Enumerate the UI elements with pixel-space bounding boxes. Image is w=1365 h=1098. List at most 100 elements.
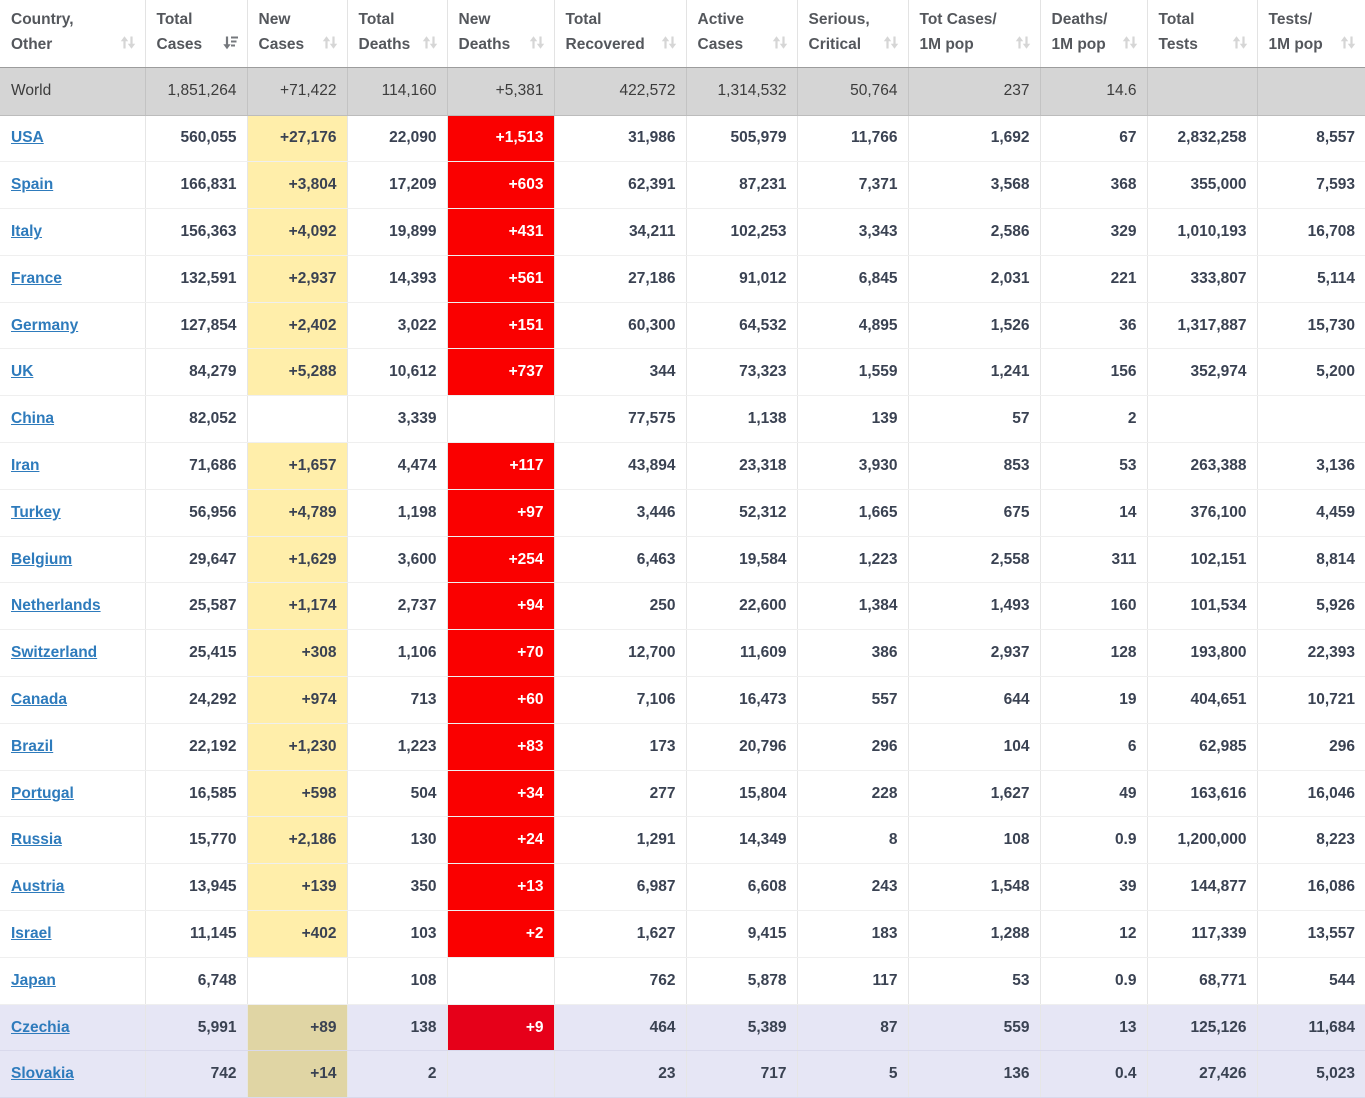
column-header-country[interactable]: Country, Other [0, 0, 145, 67]
cell-deaths-per-1m: 128 [1040, 630, 1147, 677]
cell-new-cases: +598 [247, 770, 347, 817]
cell-total-cases: 127,854 [145, 302, 247, 349]
sort-updown-icon[interactable] [660, 34, 678, 56]
cell-deaths-per-1m: 6 [1040, 723, 1147, 770]
cell-active-cases: 102,253 [686, 209, 797, 256]
cell-total-cases: 24,292 [145, 677, 247, 724]
cell-cases-per-1m: 1,548 [908, 864, 1040, 911]
country-link[interactable]: China [11, 410, 54, 427]
table-row: Switzerland25,415+3081,106+7012,70011,60… [0, 630, 1365, 677]
cell-total-tests: 27,426 [1147, 1051, 1257, 1098]
cell-deaths-per-1m: 0.9 [1040, 817, 1147, 864]
cell-total-recovered: 7,106 [554, 677, 686, 724]
sort-updown-icon[interactable] [1014, 34, 1032, 56]
cell-new-deaths [447, 1051, 554, 1098]
cell-deaths-per-1m: 19 [1040, 677, 1147, 724]
sort-updown-icon[interactable] [321, 34, 339, 56]
country-link[interactable]: Portugal [11, 785, 74, 802]
table-row: Czechia5,991+89138+94645,3898755913125,1… [0, 1004, 1365, 1051]
cell-total-recovered: 27,186 [554, 255, 686, 302]
column-header-new-cases[interactable]: New Cases [247, 0, 347, 67]
sort-desc-icon[interactable] [221, 34, 239, 56]
country-link[interactable]: Canada [11, 691, 67, 708]
country-link[interactable]: UK [11, 363, 33, 380]
column-header-total-recovered[interactable]: Total Recovered [554, 0, 686, 67]
cell-total-recovered: 6,463 [554, 536, 686, 583]
cell-total-tests: 144,877 [1147, 864, 1257, 911]
cell-country: Austria [0, 864, 145, 911]
table-row: Iran71,686+1,6574,474+11743,89423,3183,9… [0, 443, 1365, 490]
column-header-deaths-per-1m[interactable]: Deaths/ 1M pop [1040, 0, 1147, 67]
column-header-active-cases[interactable]: Active Cases [686, 0, 797, 67]
cell-serious-critical: 1,384 [797, 583, 908, 630]
sort-updown-icon[interactable] [771, 34, 789, 56]
country-link[interactable]: Japan [11, 972, 56, 989]
cell-deaths-per-1m: 36 [1040, 302, 1147, 349]
column-header-new-deaths[interactable]: New Deaths [447, 0, 554, 67]
cell-total-cases: 84,279 [145, 349, 247, 396]
cell-new-deaths [447, 957, 554, 1004]
country-link[interactable]: Spain [11, 176, 53, 193]
cell-active-cases: 1,314,532 [686, 67, 797, 115]
country-link[interactable]: Belgium [11, 551, 72, 568]
cell-new-deaths: +254 [447, 536, 554, 583]
column-label: Tot Cases/ 1M pop [920, 7, 997, 57]
cell-tests-per-1m: 8,557 [1257, 115, 1365, 162]
column-label: Total Recovered [566, 7, 645, 57]
cell-country: China [0, 396, 145, 443]
cell-new-cases [247, 957, 347, 1004]
column-header-serious-critical[interactable]: Serious, Critical [797, 0, 908, 67]
sort-updown-icon[interactable] [1231, 34, 1249, 56]
country-link[interactable]: Israel [11, 925, 52, 942]
column-header-cases-per-1m[interactable]: Tot Cases/ 1M pop [908, 0, 1040, 67]
cell-tests-per-1m: 5,114 [1257, 255, 1365, 302]
cell-deaths-per-1m: 12 [1040, 911, 1147, 958]
cell-cases-per-1m: 1,241 [908, 349, 1040, 396]
cell-new-cases: +71,422 [247, 67, 347, 115]
column-header-total-tests[interactable]: Total Tests [1147, 0, 1257, 67]
sort-updown-icon[interactable] [1121, 34, 1139, 56]
cell-total-deaths: 713 [347, 677, 447, 724]
cell-total-recovered: 12,700 [554, 630, 686, 677]
sort-updown-icon[interactable] [1339, 34, 1357, 56]
cell-new-deaths: +70 [447, 630, 554, 677]
cell-active-cases: 9,415 [686, 911, 797, 958]
column-header-total-deaths[interactable]: Total Deaths [347, 0, 447, 67]
country-link[interactable]: Russia [11, 831, 62, 848]
sort-updown-icon[interactable] [421, 34, 439, 56]
cell-total-deaths: 2,737 [347, 583, 447, 630]
cell-total-deaths: 103 [347, 911, 447, 958]
cell-deaths-per-1m: 329 [1040, 209, 1147, 256]
cell-total-tests: 68,771 [1147, 957, 1257, 1004]
sort-updown-icon[interactable] [528, 34, 546, 56]
sort-updown-icon[interactable] [882, 34, 900, 56]
cell-total-tests: 263,388 [1147, 443, 1257, 490]
country-link[interactable]: Czechia [11, 1019, 70, 1036]
country-link[interactable]: Switzerland [11, 644, 97, 661]
country-link[interactable]: Netherlands [11, 597, 101, 614]
column-header-tests-per-1m[interactable]: Tests/ 1M pop [1257, 0, 1365, 67]
cell-active-cases: 87,231 [686, 162, 797, 209]
cell-new-deaths: +83 [447, 723, 554, 770]
cell-cases-per-1m: 2,586 [908, 209, 1040, 256]
cell-total-recovered: 23 [554, 1051, 686, 1098]
country-link[interactable]: Italy [11, 223, 42, 240]
country-link[interactable]: France [11, 270, 62, 287]
cell-deaths-per-1m: 160 [1040, 583, 1147, 630]
country-link[interactable]: Iran [11, 457, 39, 474]
country-link[interactable]: Austria [11, 878, 64, 895]
country-link[interactable]: USA [11, 129, 44, 146]
cell-total-tests: 101,534 [1147, 583, 1257, 630]
column-header-total-cases[interactable]: Total Cases [145, 0, 247, 67]
cell-total-cases: 29,647 [145, 536, 247, 583]
country-link[interactable]: Germany [11, 317, 78, 334]
country-link[interactable]: Slovakia [11, 1065, 74, 1082]
cell-total-recovered: 422,572 [554, 67, 686, 115]
sort-updown-icon[interactable] [119, 34, 137, 56]
cell-new-cases: +2,186 [247, 817, 347, 864]
cell-active-cases: 11,609 [686, 630, 797, 677]
header-row: Country, OtherTotal CasesNew CasesTotal … [0, 0, 1365, 67]
country-link[interactable]: Brazil [11, 738, 53, 755]
cell-total-deaths: 1,198 [347, 489, 447, 536]
country-link[interactable]: Turkey [11, 504, 61, 521]
